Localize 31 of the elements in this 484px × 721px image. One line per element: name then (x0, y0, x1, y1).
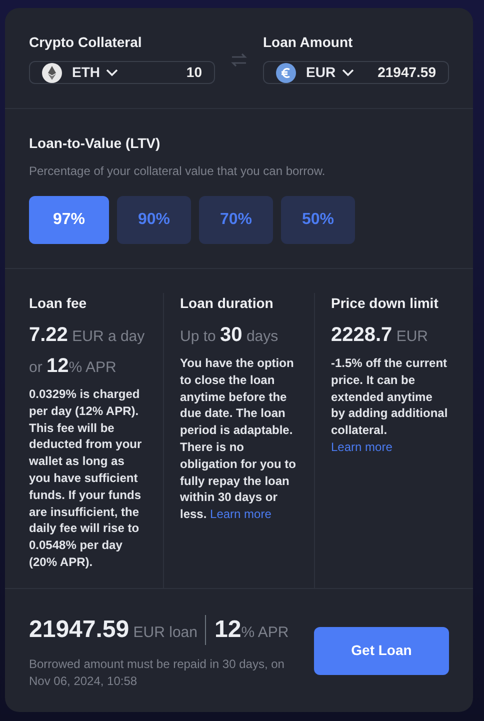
field-label: Crypto Collateral (29, 33, 143, 52)
detail-description: You have the option to close the loan anytime before the due date. The loan period is adaptable. There is no obligation for you to fully repay the loan within 30 days or less. Learn more (180, 355, 297, 523)
ltv-option-button[interactable]: 70% (199, 196, 273, 244)
repayment-note: Borrowed amount must be repaid in 30 days, on Nov 06, 2024, 10:58 (29, 656, 286, 690)
get-loan-button[interactable]: Get Loan (314, 626, 449, 674)
learn-more-link[interactable]: Learn more (210, 507, 272, 522)
detail-value: 2228.7 EUR (331, 323, 430, 348)
euro-icon (276, 62, 296, 82)
chevron-down-icon[interactable] (106, 68, 118, 76)
section-title: Loan-to-Value (LTV) (29, 134, 162, 153)
detail-title: Loan duration (180, 294, 274, 313)
detail-title: Loan fee (29, 294, 88, 313)
ltv-option-button[interactable]: 50% (281, 196, 355, 244)
amount-field[interactable]: EUR 21947.59 (263, 61, 449, 84)
loan-total: 21947.59 EUR loan (29, 614, 198, 645)
ltv-option-button[interactable]: 90% (117, 196, 191, 244)
currency-selector[interactable]: EUR (306, 62, 336, 83)
chevron-down-icon[interactable] (342, 68, 354, 76)
loan-apr: 12% APR (213, 614, 289, 645)
learn-more-link[interactable]: Learn more (331, 440, 392, 454)
currency-selector[interactable]: ETH (72, 62, 100, 83)
detail-description: 0.0329% is charged per day (12% APR). This fee will be deducted from your wallet as long as you have sufficient funds. If your funds are insufficient, the daily fee will rise to 0.0548% per day (20% APR). (29, 386, 143, 571)
detail-value: 7.22 EUR a day or 12% APR (29, 323, 146, 379)
section-subtitle: Percentage of your collateral value that you can borrow. (29, 163, 326, 180)
detail-description: -1.5% off the current price. It can be extended anytime by adding additional collateral. Learn more (331, 355, 449, 456)
ethereum-icon (42, 62, 62, 82)
detail-title: Price down limit (331, 294, 440, 313)
field-label: Loan Amount (263, 33, 354, 52)
detail-value: Up to 30 days (180, 323, 280, 348)
ltv-option-button[interactable]: 97% (29, 196, 109, 244)
amount-field[interactable]: ETH 10 (29, 61, 215, 84)
